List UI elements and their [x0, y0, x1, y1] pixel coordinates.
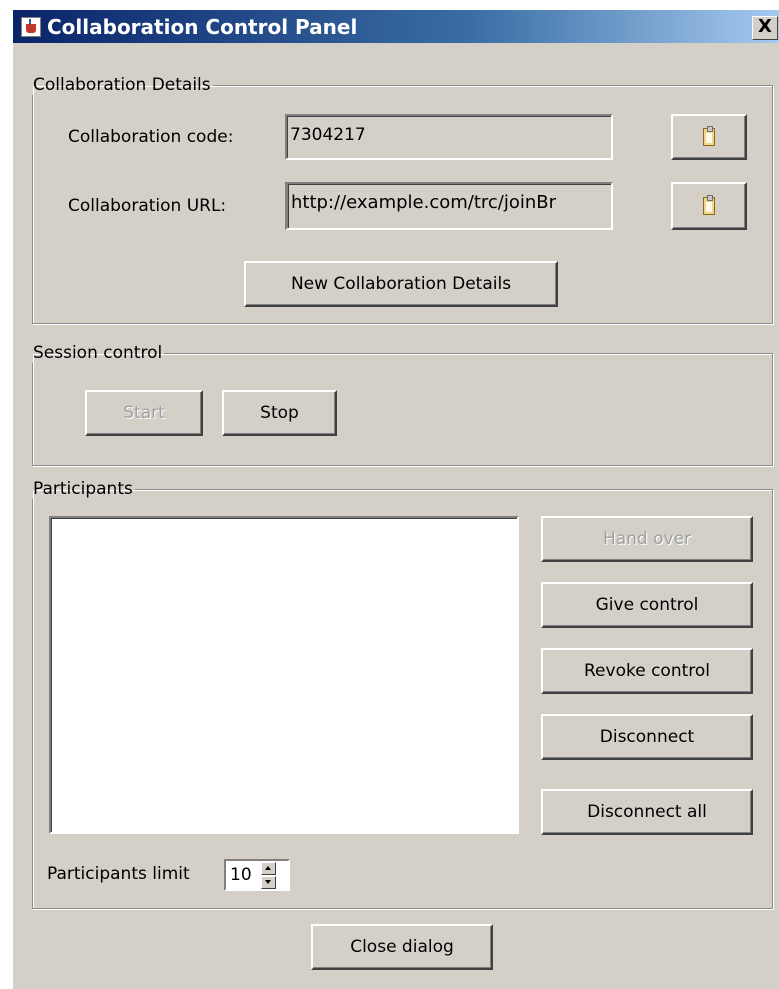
new-collaboration-details-button[interactable]: New Collaboration Details — [244, 261, 558, 307]
disconnect-button[interactable]: Disconnect — [541, 714, 753, 760]
collaboration-details-legend: Collaboration Details — [33, 75, 211, 95]
start-button[interactable]: Start — [85, 390, 203, 436]
collaboration-url-field[interactable]: http://example.com/trc/joinBr — [285, 182, 613, 230]
close-window-button[interactable]: X — [752, 16, 778, 40]
collaboration-code-label: Collaboration code: — [68, 127, 234, 147]
participants-list[interactable] — [49, 516, 519, 834]
title-bar[interactable]: Collaboration Control Panel X — [13, 10, 779, 43]
java-cup-icon — [21, 17, 41, 37]
session-control-legend: Session control — [33, 343, 163, 363]
participants-limit-label: Participants limit — [47, 864, 190, 884]
spinner-up-arrow-icon[interactable] — [261, 862, 276, 875]
participants-legend: Participants — [33, 479, 133, 499]
copy-url-button[interactable] — [671, 182, 747, 230]
clipboard-icon — [703, 195, 715, 215]
revoke-control-button[interactable]: Revoke control — [541, 648, 753, 694]
collaboration-url-label: Collaboration URL: — [68, 196, 227, 216]
hand-over-button[interactable]: Hand over — [541, 516, 753, 562]
clipboard-icon — [703, 126, 715, 146]
window-title: Collaboration Control Panel — [47, 15, 358, 39]
participants-limit-value[interactable]: 10 — [230, 865, 252, 885]
spinner-down-arrow-icon[interactable] — [261, 876, 276, 889]
stop-button[interactable]: Stop — [222, 390, 337, 436]
collaboration-control-panel-window: Collaboration Control Panel X Collaborat… — [12, 10, 779, 989]
give-control-button[interactable]: Give control — [541, 582, 753, 628]
disconnect-all-button[interactable]: Disconnect all — [541, 789, 753, 835]
collaboration-code-field[interactable]: 7304217 — [285, 114, 613, 160]
close-dialog-button[interactable]: Close dialog — [311, 924, 493, 970]
copy-code-button[interactable] — [671, 114, 747, 160]
participants-limit-spinner[interactable]: 10 — [224, 859, 290, 891]
